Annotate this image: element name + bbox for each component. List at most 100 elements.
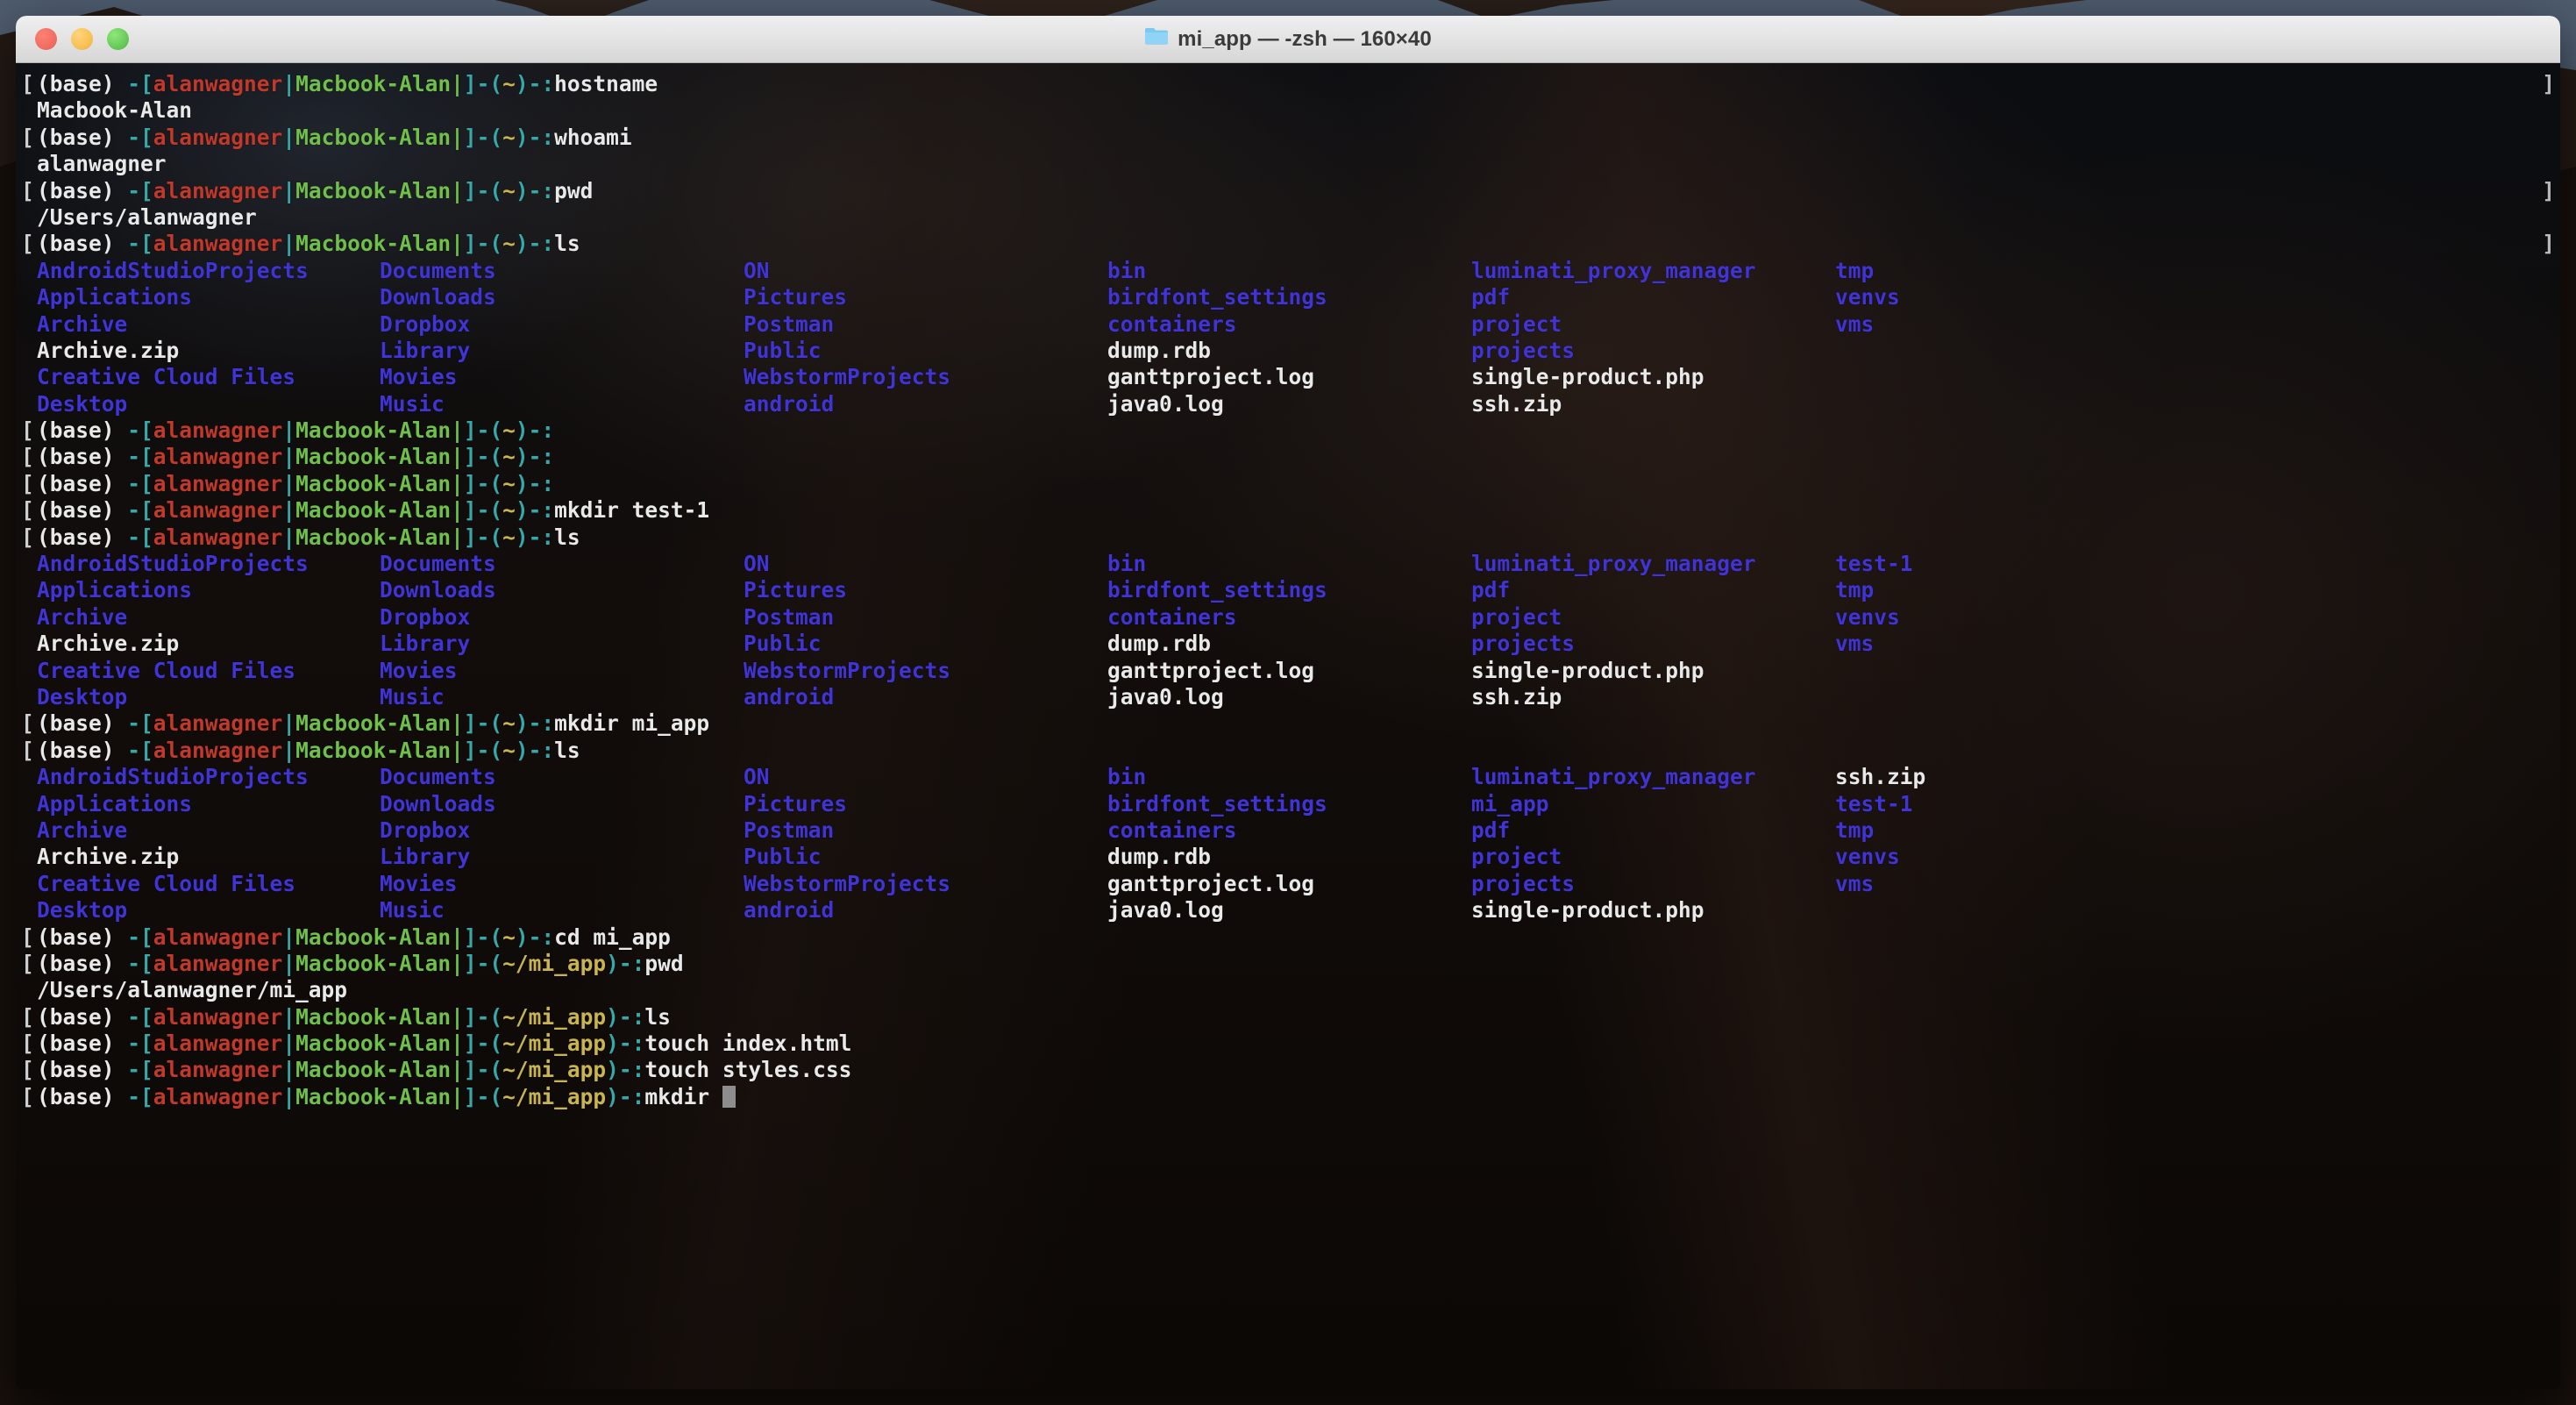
terminal-window[interactable]: mi_app — -zsh — 160×40 [(base) -[alanwag…	[16, 16, 2560, 1389]
terminal-prompt-line[interactable]: [(base) -[alanwagner|Macbook-Alan|]-(~)-…	[16, 178, 2560, 204]
ls-output-row: Creative Cloud Files Movies WebstormProjec…	[16, 658, 2560, 684]
prompt-close-bracket: ]-(	[463, 124, 503, 150]
prompt-open-bracket: -[	[127, 124, 153, 150]
terminal-prompt-line[interactable]: [(base) -[alanwagner|Macbook-Alan|]-(~/m…	[16, 1057, 2560, 1083]
prompt-env: (base)	[37, 444, 128, 470]
terminal-prompt-line[interactable]: [(base) -[alanwagner|Macbook-Alan|]-(~)-…	[16, 710, 2560, 737]
prompt-tail: )-:	[606, 950, 645, 976]
prompt-open-bracket: -[	[127, 417, 153, 444]
ls-directory-entry: Public	[744, 337, 822, 363]
prompt-path: ~	[502, 417, 516, 444]
prompt-path: ~	[502, 737, 516, 763]
prompt-username: alanwagner	[153, 177, 283, 203]
line-edge-artifact: [	[21, 924, 34, 950]
prompt-env: (base)	[37, 524, 128, 550]
ls-directory-entry: Public	[744, 844, 822, 870]
terminal-prompt-line[interactable]: [(base) -[alanwagner|Macbook-Alan|]-(~/m…	[16, 1004, 2560, 1031]
prompt-close-bracket: ]-(	[463, 1003, 503, 1030]
ls-directory-entry: Archive	[37, 603, 128, 630]
prompt-username: alanwagner	[153, 417, 283, 444]
line-edge-artifact: [	[21, 737, 34, 763]
ls-file-entry: Archive.zip	[37, 844, 180, 870]
terminal-prompt-line[interactable]: [(base) -[alanwagner|Macbook-Alan|]-(~)-…	[16, 524, 2560, 551]
prompt-tail: )-:	[515, 177, 555, 203]
ls-directory-entry: pdf	[1471, 577, 1511, 603]
terminal-prompt-line[interactable]: [(base) -[alanwagner|Macbook-Alan|]-(~/m…	[16, 1084, 2560, 1110]
prompt-separator: |	[282, 124, 296, 150]
ls-file-entry: Archive.zip	[37, 631, 180, 657]
line-edge-artifact: [	[21, 1031, 34, 1057]
ls-directory-entry: projects	[1471, 631, 1576, 657]
terminal-prompt-line[interactable]: [(base) -[alanwagner|Macbook-Alan|]-(~)-…	[16, 444, 2560, 470]
ls-directory-entry: Desktop	[37, 390, 128, 417]
prompt-close-bracket: ]-(	[463, 950, 503, 976]
ls-directory-entry: Music	[380, 390, 445, 417]
ls-directory-entry: vms	[1835, 631, 1875, 657]
terminal-prompt-line[interactable]: [(base) -[alanwagner|Macbook-Alan|]-(~)-…	[16, 417, 2560, 444]
ls-directory-entry: Creative Cloud Files	[37, 870, 296, 896]
terminal-prompt-line[interactable]: [(base) -[alanwagner|Macbook-Alan|]-(~)-…	[16, 125, 2560, 151]
terminal-prompt-line[interactable]: [(base) -[alanwagner|Macbook-Alan|]-(~)-…	[16, 738, 2560, 764]
minimize-button[interactable]	[71, 28, 93, 50]
ls-file-entry: dump.rdb	[1107, 337, 1212, 363]
window-titlebar[interactable]: mi_app — -zsh — 160×40	[16, 16, 2560, 63]
prompt-close-bracket: ]-(	[463, 1083, 503, 1109]
prompt-tail: )-:	[515, 470, 555, 496]
zoom-button[interactable]	[107, 28, 129, 50]
ls-file-entry: java0.log	[1107, 390, 1224, 417]
terminal-prompt-line[interactable]: [(base) -[alanwagner|Macbook-Alan|]-(~)-…	[16, 71, 2560, 97]
prompt-hostname: Macbook-Alan|	[295, 231, 464, 257]
terminal-prompt-line[interactable]: [(base) -[alanwagner|Macbook-Alan|]-(~)-…	[16, 497, 2560, 524]
prompt-path: ~/mi_app	[502, 1031, 607, 1057]
prompt-separator: |	[282, 231, 296, 257]
ls-output-row: Desktop Music android java0.log ssh.zip	[16, 391, 2560, 417]
prompt-env: (base)	[37, 124, 128, 150]
ls-directory-entry: venvs	[1835, 603, 1900, 630]
terminal-body[interactable]: [(base) -[alanwagner|Macbook-Alan|]-(~)-…	[16, 63, 2560, 1389]
traffic-light-buttons[interactable]	[35, 28, 129, 50]
ls-directory-entry: Pictures	[744, 790, 848, 817]
ls-output-row: Creative Cloud Files Movies WebstormProjec…	[16, 364, 2560, 390]
prompt-path: ~	[502, 710, 516, 737]
prompt-tail: )-:	[606, 1031, 645, 1057]
terminal-prompt-line[interactable]: [(base) -[alanwagner|Macbook-Alan|]-(~)-…	[16, 471, 2560, 497]
line-edge-artifact: [	[21, 71, 34, 96]
ls-output-row: Archive.zip Library Public dump.rdb projects…	[16, 631, 2560, 657]
prompt-username: alanwagner	[153, 71, 283, 96]
prompt-open-bracket: -[	[127, 177, 153, 203]
ls-directory-entry: Movies	[380, 870, 458, 896]
prompt-username: alanwagner	[153, 924, 283, 950]
prompt-env: (base)	[37, 417, 128, 444]
close-button[interactable]	[35, 28, 57, 50]
terminal-screen[interactable]: [(base) -[alanwagner|Macbook-Alan|]-(~)-…	[16, 63, 2560, 1110]
prompt-username: alanwagner	[153, 497, 283, 524]
terminal-prompt-line[interactable]: [(base) -[alanwagner|Macbook-Alan|]-(~)-…	[16, 231, 2560, 257]
ls-directory-entry: Pictures	[744, 284, 848, 310]
window-title-text: mi_app — -zsh — 160×40	[1178, 26, 1432, 51]
terminal-command: pwd	[554, 177, 594, 203]
ls-file-entry: ssh.zip	[1471, 683, 1562, 710]
line-edge-artifact: [	[21, 1003, 34, 1030]
ls-directory-entry: Dropbox	[380, 603, 471, 630]
ls-file-entry: java0.log	[1107, 683, 1224, 710]
terminal-command: mkdir	[644, 1083, 722, 1109]
prompt-close-bracket: ]-(	[463, 1057, 503, 1083]
ls-output-row: AndroidStudioProjects Documents ON bin lumin…	[16, 764, 2560, 790]
prompt-close-bracket: ]-(	[463, 924, 503, 950]
ls-directory-entry: venvs	[1835, 844, 1900, 870]
terminal-prompt-line[interactable]: [(base) -[alanwagner|Macbook-Alan|]-(~)-…	[16, 924, 2560, 951]
ls-output-row: Creative Cloud Files Movies WebstormProjec…	[16, 871, 2560, 897]
ls-output-row: Desktop Music android java0.log ssh.zip	[16, 684, 2560, 710]
prompt-username: alanwagner	[153, 1057, 283, 1083]
prompt-path: ~	[502, 470, 516, 496]
prompt-env: (base)	[37, 1003, 128, 1030]
terminal-output-text: alanwagner	[37, 151, 167, 177]
ls-directory-entry: luminati_proxy_manager	[1471, 257, 1756, 283]
prompt-hostname: Macbook-Alan|	[295, 444, 464, 470]
terminal-prompt-line[interactable]: [(base) -[alanwagner|Macbook-Alan|]-(~/m…	[16, 951, 2560, 977]
prompt-close-bracket: ]-(	[463, 497, 503, 524]
ls-directory-entry: bin	[1107, 257, 1147, 283]
terminal-prompt-line[interactable]: [(base) -[alanwagner|Macbook-Alan|]-(~/m…	[16, 1031, 2560, 1057]
prompt-open-bracket: -[	[127, 710, 153, 737]
prompt-hostname: Macbook-Alan|	[295, 1031, 464, 1057]
